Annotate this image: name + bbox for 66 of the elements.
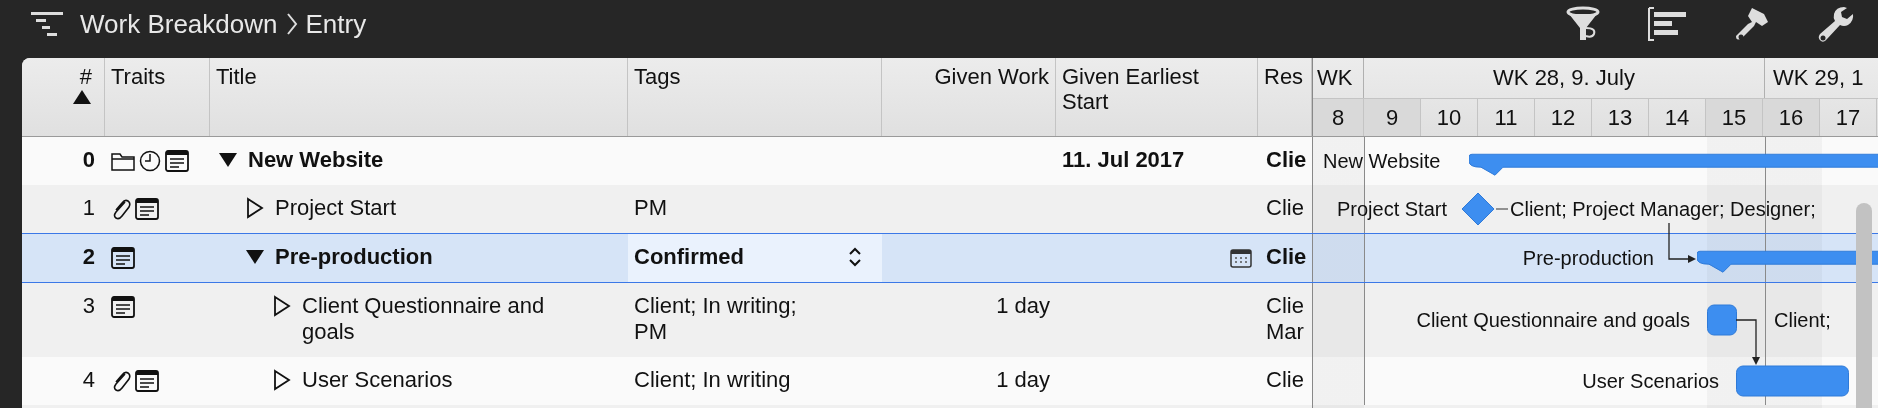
day-header: 8 — [1313, 99, 1364, 136]
resource-label: Client; — [1774, 308, 1831, 333]
dependency-arrow — [1668, 222, 1696, 263]
collapsed-triangle-icon[interactable] — [245, 195, 265, 221]
date-cell: 11. Jul 2017 — [1062, 147, 1185, 173]
day-header: 13 — [1592, 99, 1649, 136]
dependency-arrow — [1735, 319, 1760, 365]
resources-cell: Clie — [1266, 195, 1304, 220]
row-number: 3 — [81, 292, 96, 320]
column-header[interactable]: Given Earliest Start — [1056, 58, 1258, 136]
day-header: 9 — [1364, 99, 1421, 136]
day-header: 17 — [1820, 99, 1877, 136]
table-row[interactable]: 4 User Scenarios Client; In writing 1 day Clie User Scenarios — [22, 357, 1878, 405]
bar-label: Client Questionnaire and goals — [1416, 308, 1690, 333]
task-title: New Website — [248, 147, 384, 173]
column-header[interactable]: Given Work — [882, 58, 1056, 136]
resource-label: Client; Project Manager; Designer; — [1510, 197, 1816, 222]
resources-cell: Clie Mar — [1266, 293, 1304, 344]
week-header: WK — [1313, 58, 1364, 98]
filter-icon[interactable] — [1566, 6, 1600, 42]
breadcrumb-current: Entry — [305, 7, 367, 41]
table-row[interactable]: 0 New Website 11. Jul 2017 Clie New Website — [22, 137, 1878, 185]
column-header[interactable]: Tags — [628, 58, 882, 136]
day-header: 10 — [1421, 99, 1478, 136]
row-number: 1 — [81, 194, 96, 222]
row-number: 2 — [81, 243, 96, 271]
column-header[interactable]: Res — [1258, 58, 1312, 136]
column-header[interactable]: Title — [210, 58, 628, 136]
column-header[interactable]: # — [28, 64, 92, 89]
task-title: User Scenarios — [302, 367, 453, 393]
scrollbar[interactable] — [1856, 203, 1872, 408]
wrench-icon[interactable] — [1816, 4, 1856, 44]
tag-selector[interactable]: Confirmed — [628, 234, 882, 282]
day-header: 11 — [1478, 99, 1535, 136]
day-header: 12 — [1535, 99, 1592, 136]
stepper-icon — [848, 246, 862, 268]
row-number: 4 — [81, 366, 96, 394]
resources-cell: Clie — [1266, 147, 1307, 172]
task-title: Project Start — [275, 195, 397, 221]
collapsed-triangle-icon[interactable] — [272, 293, 292, 319]
work-cell: 1 day — [996, 293, 1050, 318]
day-header: 16 — [1763, 99, 1820, 136]
resources-cell: Clie — [1266, 244, 1307, 269]
resources-cell: Clie — [1266, 367, 1304, 392]
tags-cell: Client; In writing; PM — [634, 293, 797, 344]
task-title: Pre-production — [275, 244, 433, 270]
calendar-icon[interactable] — [1230, 248, 1252, 268]
task-title: Client Questionnaire and goals — [302, 293, 546, 345]
week-header: WK 28, 9. July — [1364, 58, 1765, 98]
day-header: 15 — [1706, 99, 1763, 136]
week-header: WK 29, 1 — [1772, 64, 1865, 92]
outline-icon — [30, 9, 64, 39]
tags-cell: PM — [634, 195, 667, 220]
bar-label: New Website — [1323, 149, 1441, 174]
tags-cell: Client; In writing — [634, 367, 791, 392]
table-row[interactable]: 2 Pre-production Confirmed Clie Pre-production — [22, 233, 1878, 283]
collapsed-triangle-icon[interactable] — [272, 367, 292, 393]
gantt-chart-icon[interactable] — [1646, 6, 1688, 42]
chevron-icon — [285, 12, 298, 36]
column-header[interactable]: Traits — [105, 58, 210, 136]
work-cell: 1 day — [996, 367, 1050, 392]
bar-label: User Scenarios — [1582, 369, 1719, 394]
row-number: 0 — [81, 146, 96, 174]
bar-label: Project Start — [1336, 197, 1447, 222]
breadcrumb-link[interactable]: Work Breakdown — [80, 4, 278, 44]
bar-label: Pre-production — [1522, 246, 1654, 271]
